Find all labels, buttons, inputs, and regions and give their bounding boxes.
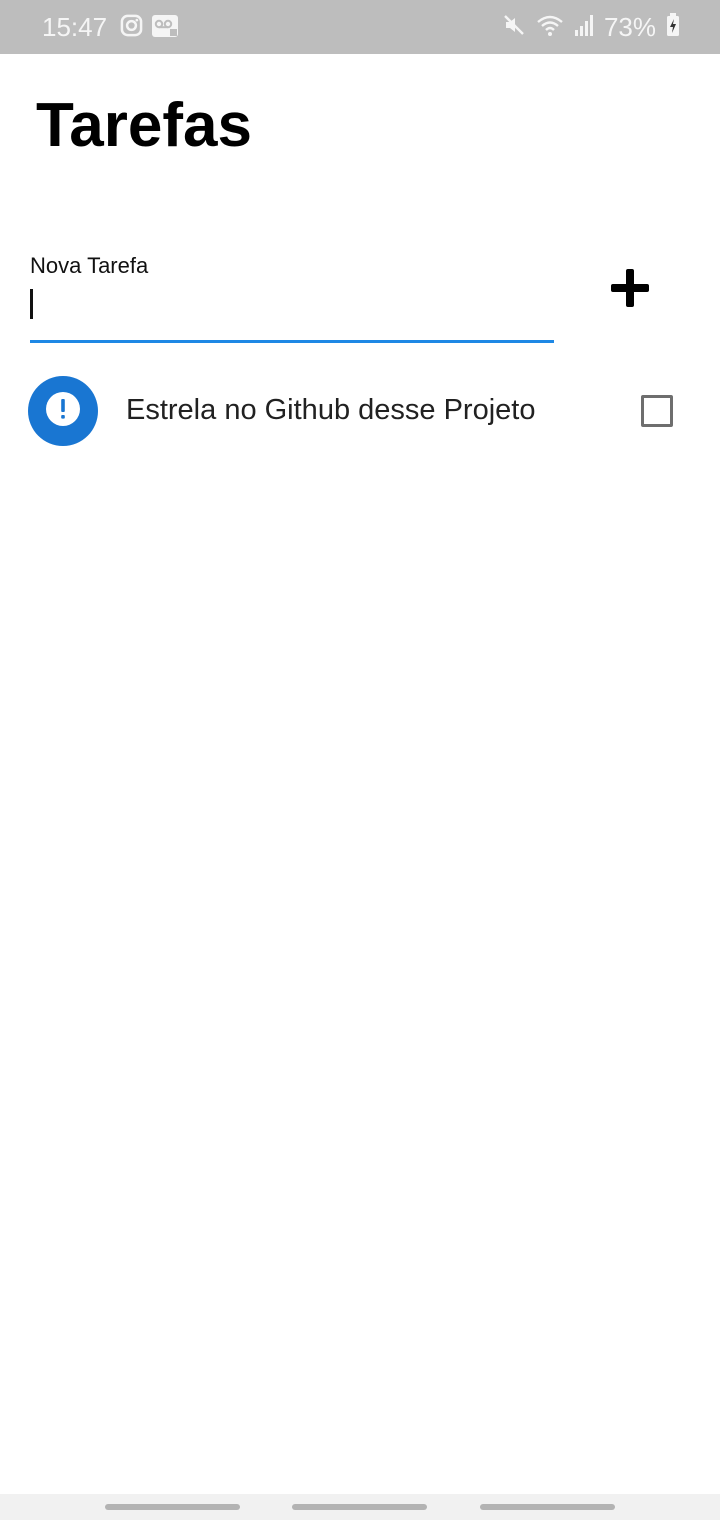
- exclamation-icon: [46, 391, 80, 431]
- new-task-input[interactable]: [30, 284, 554, 324]
- task-done-checkbox[interactable]: [641, 395, 673, 427]
- voicemail-icon: [151, 14, 179, 43]
- status-right: 73%: [502, 10, 680, 44]
- task-list-item[interactable]: Estrela no Github desse Projeto: [0, 370, 720, 452]
- task-status-avatar: [28, 376, 98, 446]
- new-task-field[interactable]: Nova Tarefa: [30, 252, 554, 344]
- wifi-icon: [536, 13, 564, 42]
- mute-icon: [502, 13, 526, 42]
- task-text: Estrela no Github desse Projeto: [126, 394, 536, 426]
- add-task-button[interactable]: [598, 258, 662, 322]
- plus-icon: [611, 268, 649, 312]
- recent-apps-handle[interactable]: [105, 1504, 240, 1510]
- status-time: 15:47: [42, 12, 108, 42]
- navigation-bar: [0, 1494, 720, 1520]
- instagram-icon: [120, 14, 143, 42]
- status-bar: 15:47 73%: [0, 0, 720, 54]
- home-handle[interactable]: [292, 1504, 427, 1510]
- page-title: Tarefas: [36, 91, 252, 160]
- back-handle[interactable]: [480, 1504, 615, 1510]
- battery-charging-icon: [666, 12, 680, 42]
- signal-icon: [574, 13, 594, 42]
- text-cursor: [30, 289, 33, 319]
- new-task-label: Nova Tarefa: [30, 253, 149, 278]
- battery-percent: 73%: [603, 12, 656, 42]
- input-underline: [30, 340, 554, 343]
